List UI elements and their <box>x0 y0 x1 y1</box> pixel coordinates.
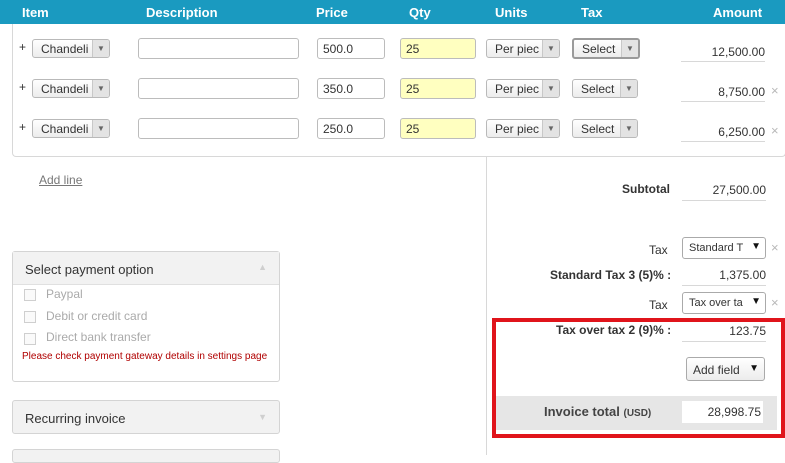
units-select[interactable]: Per piec ▼ <box>486 39 560 58</box>
tax2-select[interactable]: Tax over ta ▼ <box>682 292 766 314</box>
triangle-down-icon: ▼ <box>751 241 761 252</box>
tax-select[interactable]: Select ▼ <box>572 79 638 98</box>
price-input[interactable]: 500.0 <box>317 38 385 59</box>
units-select-value: Per piec <box>495 82 540 96</box>
triangle-down-icon: ▼ <box>92 120 109 137</box>
tax-select-value: Select <box>582 42 616 56</box>
triangle-up-icon: ▲ <box>258 262 267 272</box>
table-header: Item Description Price Qty Units Tax Amo… <box>0 0 785 24</box>
tax-select[interactable]: Select ▼ <box>572 119 638 138</box>
currency-label: (USD) <box>623 408 652 419</box>
item-select[interactable]: Chandeli ▼ <box>32 119 110 138</box>
triangle-down-icon: ▼ <box>620 120 637 137</box>
payment-panel-header[interactable]: Select payment option ▲ <box>13 252 279 285</box>
invoice-total-text: Invoice total <box>544 404 620 419</box>
invoice-total-value: 28,998.75 <box>682 401 763 423</box>
item-select[interactable]: Chandeli ▼ <box>32 79 110 98</box>
close-icon[interactable]: × <box>771 295 779 310</box>
tax1-label: Tax <box>649 243 668 257</box>
column-header-tax: Tax <box>581 5 603 20</box>
description-input[interactable] <box>138 118 299 139</box>
tax-select-value: Select <box>581 122 615 136</box>
invoice-total-label: Invoice total (USD) <box>544 404 651 419</box>
tax1-line-label: Standard Tax 3 (5)% : <box>550 268 672 282</box>
tax1-select[interactable]: Standard T ▼ <box>682 237 766 259</box>
qty-input[interactable]: 25 <box>400 118 476 139</box>
units-select[interactable]: Per piec ▼ <box>486 119 560 138</box>
subtotal-value: 27,500.00 <box>682 181 766 201</box>
add-field-button[interactable]: Add field ▼ <box>686 357 765 381</box>
close-icon[interactable]: × <box>771 123 779 138</box>
bank-transfer-checkbox[interactable] <box>24 333 36 345</box>
payment-panel-title: Select payment option <box>25 262 154 277</box>
triangle-down-icon: ▼ <box>749 363 759 374</box>
tax1-select-value: Standard T <box>689 242 744 254</box>
item-select-value: Chandeli <box>41 122 89 136</box>
expand-row-icon[interactable]: + <box>19 40 26 54</box>
price-input[interactable]: 350.0 <box>317 78 385 99</box>
tax2-line-value: 123.75 <box>682 322 766 342</box>
bank-transfer-label: Direct bank transfer <box>46 330 151 344</box>
paypal-label: Paypal <box>46 287 83 301</box>
description-input[interactable] <box>138 78 299 99</box>
column-header-qty: Qty <box>409 5 431 20</box>
triangle-down-icon: ▼ <box>258 412 267 422</box>
card-label: Debit or credit card <box>46 309 148 323</box>
subtotal-label: Subtotal <box>622 182 670 196</box>
triangle-down-icon: ▼ <box>751 296 761 307</box>
item-select[interactable]: Chandeli ▼ <box>32 39 110 58</box>
column-header-price: Price <box>316 5 348 20</box>
tax2-select-value: Tax over ta <box>689 297 743 309</box>
add-line-link[interactable]: Add line <box>39 173 82 187</box>
add-field-label: Add field <box>693 363 740 377</box>
close-icon[interactable]: × <box>771 83 779 98</box>
units-select[interactable]: Per piec ▼ <box>486 79 560 98</box>
expand-row-icon[interactable]: + <box>19 80 26 94</box>
gateway-warning: Please check payment gateway details in … <box>22 351 268 362</box>
recurring-invoice-panel[interactable]: Recurring invoice ▼ <box>12 400 280 434</box>
item-select-value: Chandeli <box>41 82 89 96</box>
tax2-label: Tax <box>649 298 668 312</box>
triangle-down-icon: ▼ <box>92 40 109 57</box>
expand-row-icon[interactable]: + <box>19 120 26 134</box>
card-checkbox[interactable] <box>24 311 36 323</box>
tax-select[interactable]: Select ▼ <box>572 38 640 59</box>
triangle-down-icon: ▼ <box>542 80 559 97</box>
tax2-line-label: Tax over tax 2 (9)% : <box>556 323 672 337</box>
amount-value: 6,250.00 <box>681 122 765 142</box>
triangle-down-icon: ▼ <box>621 40 638 57</box>
amount-value: 8,750.00 <box>681 82 765 102</box>
triangle-down-icon: ▼ <box>92 80 109 97</box>
qty-input[interactable]: 25 <box>400 78 476 99</box>
close-icon[interactable]: × <box>771 240 779 255</box>
amount-value: 12,500.00 <box>681 42 765 62</box>
units-select-value: Per piec <box>495 122 540 136</box>
description-input[interactable] <box>138 38 299 59</box>
paypal-checkbox[interactable] <box>24 289 36 301</box>
qty-input[interactable]: 25 <box>400 38 476 59</box>
recurring-panel-title: Recurring invoice <box>25 411 126 426</box>
payment-option-panel: Select payment option ▲ Paypal Debit or … <box>12 251 280 382</box>
triangle-down-icon: ▼ <box>620 80 637 97</box>
units-select-value: Per piec <box>495 42 540 56</box>
column-header-units: Units <box>495 5 528 20</box>
price-input[interactable]: 250.0 <box>317 118 385 139</box>
column-header-description: Description <box>146 5 218 20</box>
tax1-line-value: 1,375.00 <box>682 266 766 286</box>
triangle-down-icon: ▼ <box>542 120 559 137</box>
column-header-item: Item <box>22 5 49 20</box>
triangle-down-icon: ▼ <box>542 40 559 57</box>
line-items-container <box>12 24 785 157</box>
item-select-value: Chandeli <box>41 42 89 56</box>
collapsed-panel[interactable] <box>12 449 280 463</box>
tax-select-value: Select <box>581 82 615 96</box>
column-header-amount: Amount <box>713 5 763 20</box>
